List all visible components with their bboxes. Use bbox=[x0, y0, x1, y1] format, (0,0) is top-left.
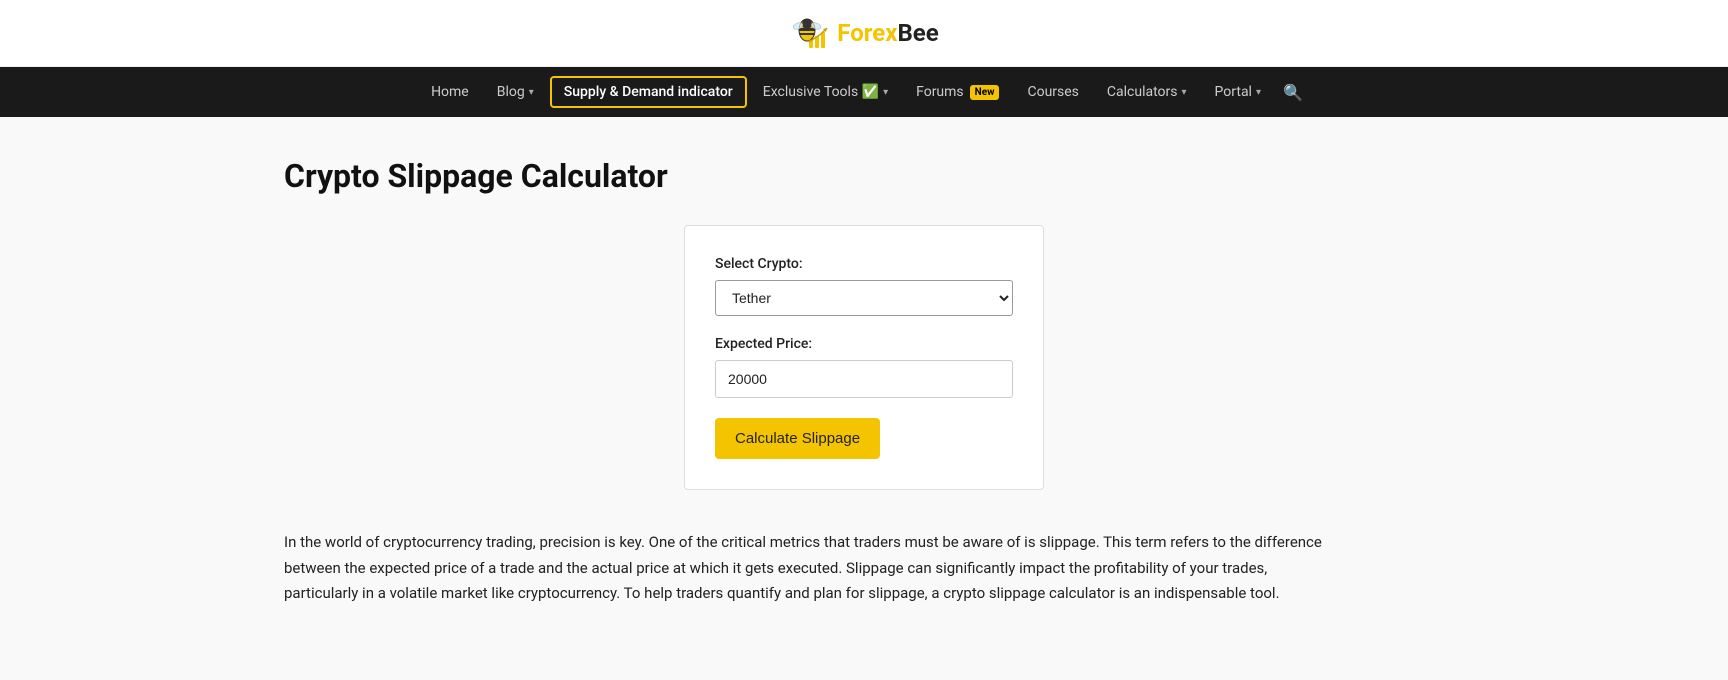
select-label: Select Crypto: bbox=[715, 256, 1013, 272]
page-title: Crypto Slippage Calculator bbox=[284, 157, 1444, 195]
site-header: ForexBee bbox=[0, 0, 1728, 67]
price-input[interactable] bbox=[715, 360, 1013, 398]
nav-supply-demand[interactable]: Supply & Demand indicator bbox=[550, 76, 747, 108]
nav-portal[interactable]: Portal ▾ bbox=[1203, 78, 1273, 106]
logo-text: ForexBee bbox=[837, 19, 938, 47]
crypto-select[interactable]: TetherBitcoinEthereumBNBUSD CoinXRPCarda… bbox=[715, 280, 1013, 316]
calculator-card: Select Crypto: TetherBitcoinEthereumBNBU… bbox=[684, 225, 1044, 490]
description-text: In the world of cryptocurrency trading, … bbox=[284, 530, 1334, 607]
search-icon[interactable]: 🔍 bbox=[1277, 77, 1309, 108]
chevron-down-icon: ▾ bbox=[883, 87, 888, 98]
chevron-down-icon: ▾ bbox=[1182, 87, 1187, 98]
nav-exclusive-tools[interactable]: Exclusive Tools ✅ ▾ bbox=[751, 78, 900, 106]
nav-courses[interactable]: Courses bbox=[1015, 78, 1090, 106]
price-label: Expected Price: bbox=[715, 336, 1013, 352]
chevron-down-icon: ▾ bbox=[529, 87, 534, 98]
logo-icon bbox=[789, 12, 831, 54]
main-nav: Home Blog ▾ Supply & Demand indicator Ex… bbox=[0, 67, 1728, 117]
page-content: Crypto Slippage Calculator Select Crypto… bbox=[264, 117, 1464, 647]
nav-calculators[interactable]: Calculators ▾ bbox=[1095, 78, 1199, 106]
nav-blog[interactable]: Blog ▾ bbox=[485, 78, 546, 106]
nav-home[interactable]: Home bbox=[419, 78, 481, 106]
chevron-down-icon: ▾ bbox=[1256, 87, 1261, 98]
logo[interactable]: ForexBee bbox=[789, 12, 938, 54]
nav-forums[interactable]: Forums New bbox=[904, 78, 1011, 106]
calculate-button[interactable]: Calculate Slippage bbox=[715, 418, 880, 459]
new-badge: New bbox=[970, 85, 1000, 100]
